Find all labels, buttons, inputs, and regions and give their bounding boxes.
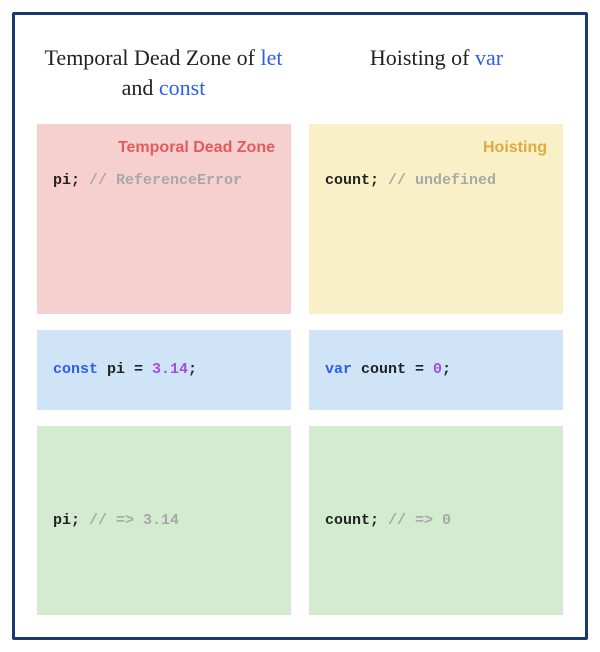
keyword-const: const [159, 75, 205, 100]
code-comment: // ReferenceError [80, 172, 242, 189]
code-text: count = [352, 361, 433, 378]
code-text: ; [188, 361, 197, 378]
code-comment: // => 0 [379, 512, 451, 529]
code-identifier: pi; [53, 512, 80, 529]
code-comment: // undefined [379, 172, 496, 189]
heading-text: Temporal Dead Zone of [45, 45, 261, 70]
cell-const-declaration: const pi = 3.14; [37, 330, 291, 410]
code-identifier: count; [325, 512, 379, 529]
label-tdz: Temporal Dead Zone [53, 138, 275, 157]
cell-tdz-after: pi; // => 3.14 [37, 426, 291, 615]
code-number: 0 [433, 361, 442, 378]
code-line: count; // undefined [325, 172, 547, 189]
code-line: const pi = 3.14; [53, 361, 275, 378]
code-number: 3.14 [152, 361, 188, 378]
heading-text: and [122, 75, 159, 100]
diagram-grid: Temporal Dead Zone pi; // ReferenceError… [37, 124, 563, 615]
code-identifier: pi; [53, 172, 80, 189]
keyword-let: let [260, 45, 282, 70]
code-line: var count = 0; [325, 361, 547, 378]
cell-hoist-before: Hoisting count; // undefined [309, 124, 563, 313]
label-hoisting: Hoisting [325, 138, 547, 157]
cell-hoist-after: count; // => 0 [309, 426, 563, 615]
code-line: pi; // => 3.14 [53, 512, 275, 529]
diagram-frame: Temporal Dead Zone of let and const Hois… [12, 12, 588, 640]
headings-row: Temporal Dead Zone of let and const Hois… [37, 43, 563, 102]
code-comment: // => 3.14 [80, 512, 179, 529]
code-line: count; // => 0 [325, 512, 547, 529]
keyword-var: var [325, 361, 352, 378]
heading-tdz: Temporal Dead Zone of let and const [37, 43, 290, 102]
cell-tdz-before: Temporal Dead Zone pi; // ReferenceError [37, 124, 291, 313]
code-line: pi; // ReferenceError [53, 172, 275, 189]
heading-text: Hoisting of [370, 45, 475, 70]
code-text: pi = [98, 361, 152, 378]
keyword-var: var [475, 45, 503, 70]
keyword-const: const [53, 361, 98, 378]
heading-hoisting: Hoisting of var [310, 43, 563, 102]
code-identifier: count; [325, 172, 379, 189]
cell-var-declaration: var count = 0; [309, 330, 563, 410]
code-text: ; [442, 361, 451, 378]
